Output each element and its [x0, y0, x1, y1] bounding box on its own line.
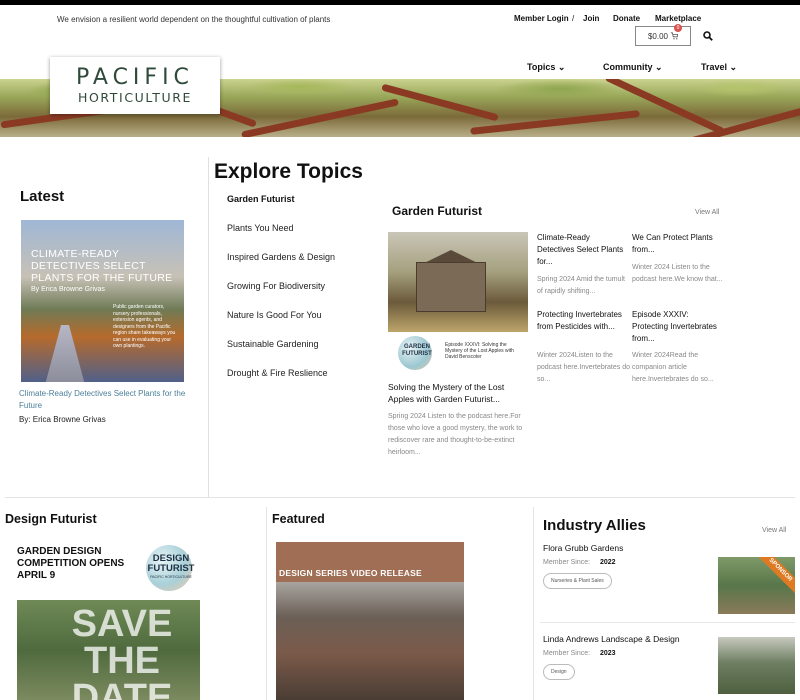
design-futurist-heading: Design Futurist: [5, 512, 97, 526]
featured-image-label: DESIGN SERIES VIDEO RELEASE: [279, 568, 422, 578]
ally-name[interactable]: Linda Andrews Landscape & Design: [543, 634, 680, 644]
member-since-label: Member Since:: [543, 650, 591, 657]
topic-sustainable-gardening[interactable]: Sustainable Gardening: [227, 339, 319, 349]
topic-plants-you-need[interactable]: Plants You Need: [227, 223, 294, 233]
design-futurist-image[interactable]: SAVE THE DATE: [17, 600, 200, 700]
featured-image[interactable]: DESIGN SERIES VIDEO RELEASE: [276, 542, 464, 700]
gf-item-title[interactable]: Climate-Ready Detectives Select Plants f…: [537, 232, 629, 268]
member-login-link[interactable]: Member Login: [514, 14, 569, 23]
cart-button[interactable]: $0.00 0: [635, 24, 691, 46]
latest-image-byline: By Erica Browne Grivas: [31, 286, 105, 293]
marketplace-link[interactable]: Marketplace: [655, 14, 701, 23]
logo-line2: HORTICULTURE: [77, 90, 193, 105]
gf-item-excerpt: Winter 2024Read the companion article he…: [632, 352, 714, 383]
explore-topics-heading: Explore Topics: [214, 160, 363, 183]
donate-link[interactable]: Donate: [613, 14, 640, 23]
latest-article-title[interactable]: Climate-Ready Detectives Select Plants f…: [19, 388, 199, 412]
topic-nature-good-for-you[interactable]: Nature Is Good For You: [227, 310, 322, 320]
member-since-label: Member Since:: [543, 559, 591, 566]
nav-topics[interactable]: Topics ⌄: [527, 62, 565, 73]
nav-travel[interactable]: Travel ⌄: [701, 62, 737, 73]
ally-image[interactable]: [718, 637, 795, 694]
garden-futurist-main-excerpt: Spring 2024 Listen to the podcast here.F…: [388, 413, 523, 456]
garden-futurist-view-all[interactable]: View All: [695, 209, 719, 216]
nav-community[interactable]: Community ⌄: [603, 62, 663, 73]
topic-drought-fire[interactable]: Drought & Fire Reslience: [227, 368, 328, 378]
industry-allies-view-all[interactable]: View All: [762, 527, 786, 534]
latest-article-image[interactable]: CLIMATE-READY DETECTIVES SELECT PLANTS F…: [21, 220, 184, 382]
ally-tag[interactable]: Design: [543, 664, 575, 680]
search-icon[interactable]: [703, 31, 713, 41]
column-divider: [266, 507, 267, 700]
member-since-value: 2023: [600, 650, 616, 657]
design-competition-promo: GARDEN DESIGN COMPETITION OPENS APRIL 9: [17, 546, 125, 581]
ally-divider: [540, 622, 795, 623]
section-divider: [5, 497, 795, 498]
ally-tag[interactable]: Nurseries & Plant Sales: [543, 573, 612, 589]
cart-amount: $0.00: [647, 31, 669, 41]
latest-article-author: By: Erica Browne Grivas: [19, 415, 106, 424]
latest-image-headline: CLIMATE-READY DETECTIVES SELECT PLANTS F…: [31, 248, 173, 284]
gf-item-excerpt: Winter 2024Listen to the podcast here.In…: [537, 352, 631, 383]
episode-banner: GARDEN FUTURIST Episode XXXVI: Solving t…: [388, 332, 528, 372]
design-futurist-badge: DESIGN FUTURIST PACIFIC HORTICULTURE: [142, 545, 202, 591]
latest-image-blurb: Public garden curators, nursery professi…: [113, 304, 176, 349]
account-separator: /: [572, 14, 575, 23]
column-divider: [533, 507, 534, 700]
episode-logo: GARDEN FUTURIST: [402, 344, 432, 357]
logo-line1: PACIFIC: [76, 65, 194, 90]
gf-item-excerpt: Winter 2024 Listen to the podcast here.W…: [632, 264, 723, 283]
top-bar: [0, 0, 800, 5]
topic-garden-futurist[interactable]: Garden Futurist: [227, 194, 295, 204]
gf-item-title[interactable]: We Can Protect Plants from...: [632, 232, 724, 256]
garden-futurist-main-title[interactable]: Solving the Mystery of the Lost Apples w…: [388, 381, 528, 405]
ally-image[interactable]: SPONSOR: [718, 557, 795, 614]
ally-name[interactable]: Flora Grubb Gardens: [543, 543, 623, 553]
garden-futurist-main-image[interactable]: [388, 232, 528, 332]
latest-heading: Latest: [20, 188, 65, 205]
featured-heading: Featured: [272, 512, 325, 526]
topic-growing-biodiversity[interactable]: Growing For Biodiversity: [227, 281, 325, 291]
design-futurist-badge-sub: PACIFIC HORTICULTURE: [150, 575, 192, 579]
join-link[interactable]: Join: [583, 14, 599, 23]
gf-item-title[interactable]: Protecting Invertebrates from Pesticides…: [537, 309, 629, 333]
cart-count-badge: 0: [674, 24, 682, 32]
member-since-value: 2022: [600, 559, 616, 566]
sponsor-ribbon: SPONSOR: [751, 557, 795, 600]
tagline: We envision a resilient world dependent …: [57, 15, 331, 24]
site-logo[interactable]: PACIFIC HORTICULTURE: [50, 57, 220, 114]
gf-item-title[interactable]: Episode XXXIV: Protecting Invertebrates …: [632, 309, 724, 345]
gf-item-excerpt: Spring 2024 Amid the tumult of rapidly s…: [537, 276, 625, 295]
cart-icon: [670, 32, 679, 40]
episode-caption: Episode XXXVI: Solving the Mystery of th…: [445, 342, 514, 360]
industry-allies-heading: Industry Allies: [543, 517, 646, 534]
column-divider: [208, 157, 209, 497]
design-futurist-badge-text: DESIGN FUTURIST: [147, 553, 195, 574]
topic-inspired-gardens[interactable]: Inspired Gardens & Design: [227, 252, 335, 262]
garden-futurist-heading: Garden Futurist: [392, 204, 483, 218]
save-the-date-text: SAVE THE DATE: [71, 603, 173, 700]
